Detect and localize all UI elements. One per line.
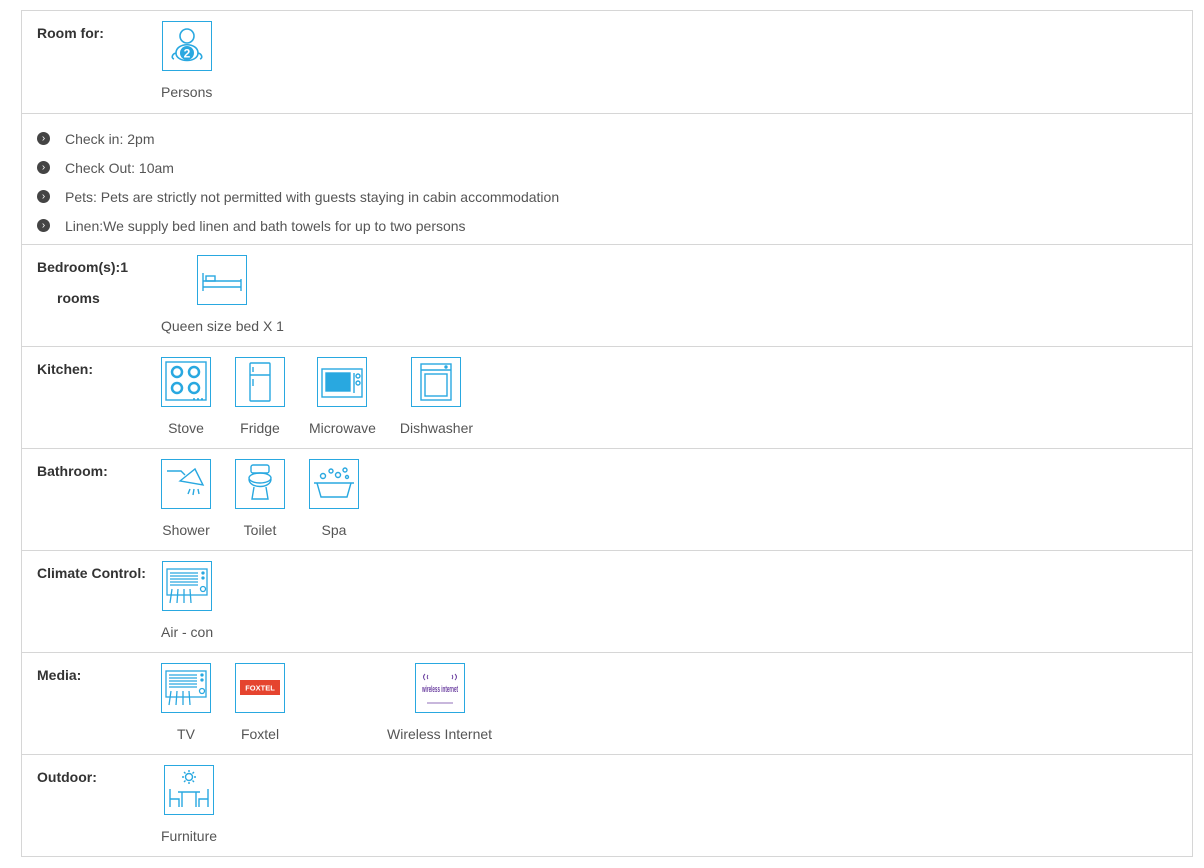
persons-caption: Persons xyxy=(161,84,213,100)
chevron-right-icon: › xyxy=(37,219,50,232)
bathroom-row: Bathroom: Shower Toilet Spa xyxy=(22,449,1192,551)
furniture-caption: Furniture xyxy=(161,828,218,844)
media-label: Media: xyxy=(37,667,82,683)
persons-item: 2 Persons xyxy=(161,21,212,100)
media-row: Media: TV FOXTEL Foxtel wireless interne… xyxy=(22,653,1192,755)
air-con-icon xyxy=(162,561,213,611)
queen-bed-caption: Queen size bed X 1 xyxy=(161,318,284,334)
chevron-right-icon: › xyxy=(37,161,50,174)
foxtel-icon: FOXTEL xyxy=(235,663,285,713)
persons-count: 2 xyxy=(183,47,190,61)
foxtel-logo-text: FOXTEL xyxy=(245,684,275,693)
tv-caption: TV xyxy=(177,726,195,742)
toilet-caption: Toilet xyxy=(243,522,277,538)
stove-icon xyxy=(161,357,211,407)
bed-icon xyxy=(197,255,248,305)
air-con-item: Air - con xyxy=(161,561,213,640)
wireless-internet-icon: wireless internet xyxy=(414,663,465,713)
fridge-icon xyxy=(235,357,285,407)
queen-bed-item: Queen size bed X 1 xyxy=(161,255,284,334)
stove-caption: Stove xyxy=(168,420,204,436)
bedrooms-label: Bedroom(s):1 rooms xyxy=(37,259,129,306)
fridge-caption: Fridge xyxy=(240,420,280,436)
bathroom-label: Bathroom: xyxy=(37,463,108,479)
kitchen-row: Kitchen: Stove Fridge Microwave Dishwash… xyxy=(22,347,1192,449)
list-item: › Linen:We supply bed linen and bath towe… xyxy=(37,211,1192,240)
toilet-icon xyxy=(235,459,285,509)
dishwasher-caption: Dishwasher xyxy=(399,420,474,436)
outdoor-row: Outdoor: Furniture xyxy=(22,755,1192,857)
rules-list: › Check in: 2pm › Check Out: 10am › Pets: P… xyxy=(22,114,1192,240)
foxtel-item: FOXTEL Foxtel xyxy=(235,663,285,742)
chevron-right-icon: › xyxy=(37,190,50,203)
chevron-right-icon: › xyxy=(37,132,50,145)
outdoor-furniture-icon xyxy=(164,765,215,815)
tv-item: TV xyxy=(161,663,211,742)
rules-row: › Check in: 2pm › Check Out: 10am › Pets: P… xyxy=(22,114,1192,245)
wireless-internet-item: wireless internet Wireless Internet xyxy=(387,663,492,742)
foxtel-caption: Foxtel xyxy=(240,726,280,742)
wireless-logo-text: wireless internet xyxy=(421,684,458,694)
kitchen-label: Kitchen: xyxy=(37,361,93,377)
fridge-item: Fridge xyxy=(235,357,285,436)
air-con-caption: Air - con xyxy=(161,624,214,640)
amenities-table: Room for: 2 Persons › Check in: 2pm › Ch… xyxy=(21,10,1193,857)
climate-row: Climate Control: Air - con xyxy=(22,551,1192,653)
room-for-row: Room for: 2 Persons xyxy=(22,11,1192,114)
blank-icon xyxy=(309,663,363,713)
wireless-internet-caption: Wireless Internet xyxy=(387,726,493,742)
shower-icon xyxy=(161,459,211,509)
spa-item: Spa xyxy=(309,459,359,538)
person-icon: 2 xyxy=(161,21,212,71)
shower-item: Shower xyxy=(161,459,211,538)
microwave-item: Microwave xyxy=(309,357,376,436)
room-for-label: Room for: xyxy=(37,25,104,41)
list-item: › Check Out: 10am xyxy=(37,153,1192,182)
dishwasher-icon xyxy=(411,357,462,407)
stove-item: Stove xyxy=(161,357,211,436)
climate-label: Climate Control: xyxy=(37,565,146,581)
toilet-item: Toilet xyxy=(235,459,285,538)
bedrooms-row: Bedroom(s):1 rooms Queen size bed X 1 xyxy=(22,245,1192,347)
dishwasher-item: Dishwasher xyxy=(400,357,473,436)
list-item: › Check in: 2pm xyxy=(37,124,1192,153)
list-item: › Pets: Pets are strictly not permitted w… xyxy=(37,182,1192,211)
tv-icon xyxy=(161,663,211,713)
furniture-item: Furniture xyxy=(161,765,217,844)
spa-caption: Spa xyxy=(321,522,347,538)
outdoor-label: Outdoor: xyxy=(37,769,97,785)
shower-caption: Shower xyxy=(162,522,210,538)
microwave-icon xyxy=(317,357,368,407)
spa-icon xyxy=(309,459,359,509)
media-blank-item xyxy=(309,663,363,742)
microwave-caption: Microwave xyxy=(309,420,376,436)
